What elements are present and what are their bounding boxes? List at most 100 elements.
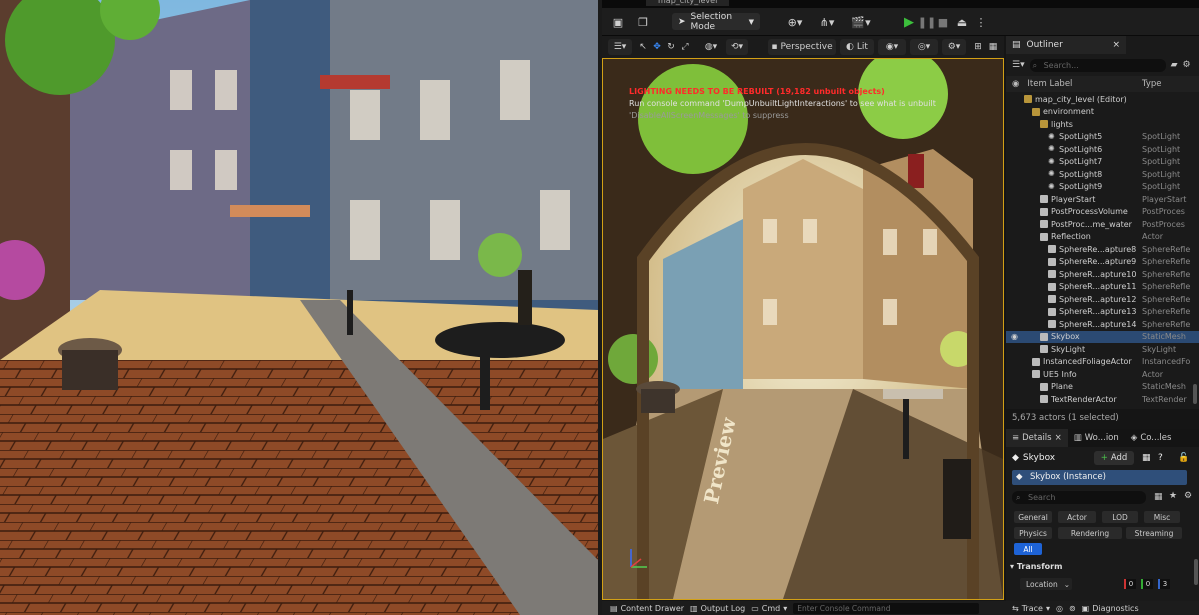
outliner-row[interactable]: map_city_level (Editor): [1006, 93, 1199, 106]
outliner-row[interactable]: ✺ SpotLight5 SpotLight: [1006, 131, 1199, 144]
play-icon[interactable]: ▶: [902, 13, 916, 31]
record-icon[interactable]: ◎: [1056, 604, 1063, 613]
tab-details[interactable]: ≡ Details ×: [1006, 429, 1068, 447]
outliner-row[interactable]: SphereR...apture14 SphereRefle: [1006, 318, 1199, 331]
outliner-row[interactable]: InstancedFoliageActor InstancedFo: [1006, 356, 1199, 369]
filter-all[interactable]: All: [1014, 543, 1042, 555]
lit-dropdown[interactable]: ◐ Lit: [840, 39, 874, 55]
outliner-row[interactable]: ✺ SpotLight8 SpotLight: [1006, 168, 1199, 181]
outliner-row[interactable]: ✺ SpotLight7 SpotLight: [1006, 156, 1199, 169]
outliner-row[interactable]: SkyLight SkyLight: [1006, 343, 1199, 356]
outliner-row[interactable]: SphereR...apture10 SphereRefle: [1006, 268, 1199, 281]
filter-physics[interactable]: Physics: [1014, 527, 1052, 539]
console-command-input[interactable]: Enter Console Command: [793, 602, 980, 614]
outliner-tab[interactable]: ▤ Outliner ×: [1006, 36, 1126, 54]
show-dropdown[interactable]: ◉▾: [878, 39, 906, 55]
stop-icon[interactable]: ■: [936, 13, 950, 31]
close-icon[interactable]: ×: [1055, 433, 1062, 443]
diagnostics-button[interactable]: ▣ Diagnostics: [1082, 604, 1139, 613]
filter-misc[interactable]: Misc: [1144, 511, 1180, 523]
visibility-column-icon[interactable]: ◉: [1012, 79, 1019, 89]
favorite-star-icon[interactable]: ★: [1169, 491, 1177, 501]
outliner-row[interactable]: SphereRe...apture8 SphereRefle: [1006, 243, 1199, 256]
item-label-header[interactable]: Item Label: [1027, 79, 1072, 89]
settings-dropdown[interactable]: ⚙▾: [942, 39, 966, 55]
output-log-button[interactable]: ▥ Output Log: [690, 604, 745, 613]
view-options-dropdown[interactable]: ◎▾: [910, 39, 938, 55]
outliner-row[interactable]: lights: [1006, 118, 1199, 131]
filter-general[interactable]: General: [1014, 511, 1052, 523]
content-browser-icon[interactable]: ❐: [634, 13, 652, 31]
grid-view-icon[interactable]: ▦: [1154, 492, 1163, 502]
snap-icon[interactable]: ⟲▾: [726, 39, 748, 55]
type-header[interactable]: Type: [1142, 79, 1162, 89]
save-icon[interactable]: ▣: [610, 13, 626, 31]
outliner-row-label: SphereRe...apture9: [1059, 257, 1137, 267]
filter-rendering[interactable]: Rendering: [1058, 527, 1122, 539]
perspective-dropdown[interactable]: ▪ Perspective: [768, 39, 836, 55]
blueprint-icon[interactable]: ▦: [1142, 453, 1151, 463]
filter-streaming[interactable]: Streaming: [1126, 527, 1182, 539]
content-drawer-button[interactable]: ▤ Content Drawer: [610, 604, 684, 613]
outliner-row[interactable]: SphereR...apture11 SphereRefle: [1006, 281, 1199, 294]
visibility-eye-icon[interactable]: ◉: [1011, 332, 1018, 341]
play-options-icon[interactable]: ⏏: [954, 13, 970, 31]
location-z-field[interactable]: 3: [1158, 579, 1170, 589]
outliner-row[interactable]: ◉ Skybox StaticMesh: [1006, 330, 1199, 343]
blueprint-icon[interactable]: ⋔▾: [816, 13, 838, 31]
maximize-viewport-icon[interactable]: ⊞: [970, 39, 986, 55]
layers-icon[interactable]: ⊚: [1069, 604, 1076, 613]
outliner-row[interactable]: ✺ SpotLight6 SpotLight: [1006, 143, 1199, 156]
scale-tool-icon[interactable]: ⤢: [678, 39, 692, 55]
outliner-scrollbar[interactable]: [1193, 384, 1197, 404]
filter-actor[interactable]: Actor: [1058, 511, 1096, 523]
viewport-menu-button[interactable]: ☰▾: [608, 39, 632, 55]
outliner-row[interactable]: SphereR...apture12 SphereRefle: [1006, 293, 1199, 306]
details-search-input[interactable]: ⌕ Search: [1012, 491, 1146, 504]
transform-section-header[interactable]: ▾ Transform: [1010, 562, 1062, 571]
tab-color-settings[interactable]: ◈ Co...les: [1125, 429, 1178, 447]
selection-mode-dropdown[interactable]: ➤ Selection Mode ▼: [672, 12, 760, 32]
outliner-row[interactable]: PlayerStart PlayerStart: [1006, 193, 1199, 206]
location-y-field[interactable]: 0: [1141, 579, 1153, 589]
outliner-row[interactable]: TextRenderActor TextRender: [1006, 393, 1199, 406]
gear-icon[interactable]: ⚙: [1184, 491, 1192, 501]
add-actor-icon[interactable]: ⊕▾: [784, 13, 806, 31]
filter-lod[interactable]: LOD: [1102, 511, 1138, 523]
world-space-icon[interactable]: ◍▾: [700, 39, 722, 55]
outliner-search-input[interactable]: ⌕ Search...: [1029, 58, 1166, 72]
outliner-row[interactable]: SphereR...apture13 SphereRefle: [1006, 306, 1199, 319]
more-options-icon[interactable]: ⋮: [974, 13, 988, 31]
cmd-dropdown[interactable]: ▭ Cmd ▾: [751, 604, 787, 613]
location-x-field[interactable]: 0: [1124, 579, 1136, 589]
filter-icon[interactable]: ☰▾: [1012, 60, 1025, 70]
pause-icon[interactable]: ❚❚: [918, 13, 936, 31]
outliner-row[interactable]: SphereRe...apture9 SphereRefle: [1006, 256, 1199, 269]
layout-icon[interactable]: ▦: [986, 39, 1000, 55]
add-component-button[interactable]: + Add: [1094, 451, 1134, 465]
select-tool-icon[interactable]: ↖: [636, 39, 650, 55]
help-icon[interactable]: ?: [1158, 453, 1163, 463]
trace-dropdown[interactable]: ⇆ Trace ▾: [1012, 604, 1050, 613]
chevron-down-icon: ▾: [1010, 562, 1017, 571]
outliner-row[interactable]: Reflection Actor: [1006, 231, 1199, 244]
location-dropdown[interactable]: Location ⌄: [1020, 578, 1072, 590]
tab-world-settings[interactable]: ▥ Wo...ion: [1068, 429, 1125, 447]
outliner-row[interactable]: Plane StaticMesh: [1006, 381, 1199, 394]
gear-icon[interactable]: ⚙: [1183, 60, 1191, 70]
lock-icon[interactable]: 🔓: [1178, 453, 1189, 463]
outliner-row[interactable]: PostProc...me_water PostProces: [1006, 218, 1199, 231]
level-tab[interactable]: map_city_level: [646, 0, 730, 6]
close-icon[interactable]: ×: [1112, 40, 1120, 50]
outliner-row[interactable]: environment: [1006, 106, 1199, 119]
outliner-row[interactable]: PostProcessVolume PostProces: [1006, 206, 1199, 219]
outliner-row[interactable]: UE5 Info Actor: [1006, 368, 1199, 381]
details-scrollbar[interactable]: [1194, 559, 1198, 585]
level-viewport[interactable]: LIGHTING NEEDS TO BE REBUILT (19,182 unb…: [602, 58, 1004, 600]
translate-tool-icon[interactable]: ✥: [650, 39, 664, 55]
cinematics-icon[interactable]: 🎬▾: [850, 13, 872, 31]
outliner-row[interactable]: ✺ SpotLight9 SpotLight: [1006, 181, 1199, 194]
component-instance-row[interactable]: ◆ Skybox (Instance): [1012, 470, 1187, 485]
rotate-tool-icon[interactable]: ↻: [664, 39, 678, 55]
add-folder-icon[interactable]: ▰: [1171, 60, 1178, 70]
